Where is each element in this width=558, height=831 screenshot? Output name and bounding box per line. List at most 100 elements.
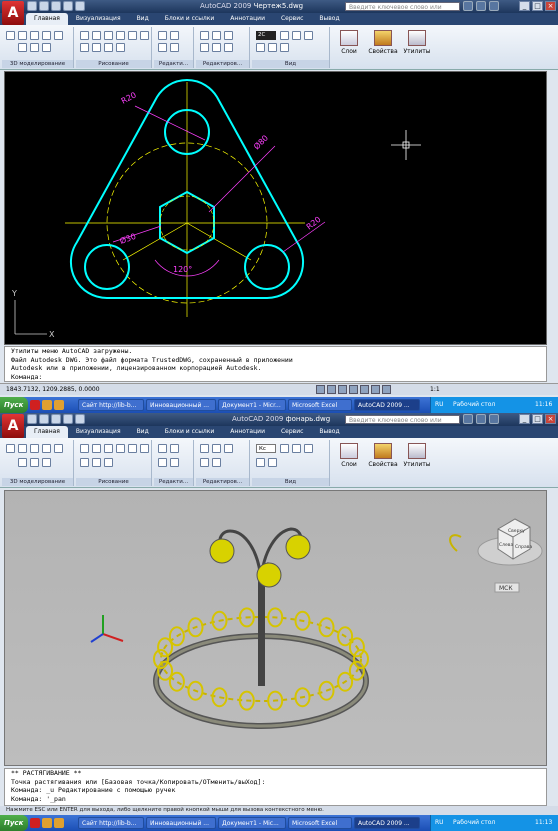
redo-icon[interactable] xyxy=(75,1,85,11)
otrack-icon[interactable] xyxy=(371,385,380,394)
polyline-icon[interactable] xyxy=(92,444,101,453)
tab-view[interactable]: Вид xyxy=(128,426,157,438)
move-icon[interactable] xyxy=(158,31,167,40)
search-input[interactable]: Введите ключевое слово или фразу xyxy=(345,415,460,433)
taskbar-item[interactable]: Microsoft Excel xyxy=(288,817,352,829)
polyline-icon[interactable] xyxy=(92,31,101,40)
close-button[interactable]: × xyxy=(545,414,556,424)
box-icon[interactable] xyxy=(6,444,15,453)
move-icon[interactable] xyxy=(158,444,167,453)
maximize-button[interactable]: □ xyxy=(532,1,543,11)
subtract-icon[interactable] xyxy=(30,43,39,52)
desktop-toolbar[interactable]: Рабочий стол xyxy=(453,397,495,413)
open-icon[interactable] xyxy=(39,1,49,11)
circle-icon[interactable] xyxy=(104,31,113,40)
media-icon[interactable] xyxy=(54,400,64,410)
hatch-icon[interactable] xyxy=(140,31,149,40)
help-icon[interactable] xyxy=(489,414,499,424)
zoom-icon[interactable] xyxy=(256,43,265,52)
offset-icon[interactable] xyxy=(170,458,179,467)
undo-icon[interactable] xyxy=(63,414,73,424)
visual-style-icon[interactable] xyxy=(280,444,289,453)
yandex-icon[interactable] xyxy=(30,400,40,410)
viewcube-top[interactable]: Сверху xyxy=(508,528,525,534)
orbit-icon[interactable] xyxy=(292,31,301,40)
layer-color-select[interactable]: Кс xyxy=(256,444,276,453)
circle-icon[interactable] xyxy=(104,444,113,453)
point-icon[interactable] xyxy=(116,43,125,52)
extrude-icon[interactable] xyxy=(18,31,27,40)
3d-viewport[interactable]: Сверху Справа Слева МСК xyxy=(4,490,547,766)
annotation-scale[interactable]: 1:1 xyxy=(430,384,440,396)
zoom-window-icon[interactable] xyxy=(268,458,277,467)
folder-icon[interactable] xyxy=(42,400,52,410)
move3d-icon[interactable] xyxy=(54,31,63,40)
rotate-icon[interactable] xyxy=(200,444,209,453)
tab-tools[interactable]: Сервис xyxy=(272,426,312,438)
3d-canvas[interactable]: Сверху Справа Слева МСК xyxy=(5,491,548,767)
polygon-icon[interactable] xyxy=(92,458,101,467)
layers-button[interactable]: Слои xyxy=(334,440,364,486)
taskbar-item[interactable]: Инновационный ... xyxy=(146,817,216,829)
orbit-icon[interactable] xyxy=(292,444,301,453)
rectangle-icon[interactable] xyxy=(128,31,137,40)
new-icon[interactable] xyxy=(27,1,37,11)
extrude-icon[interactable] xyxy=(18,444,27,453)
grid-icon[interactable] xyxy=(327,385,336,394)
taskbar-item[interactable]: Документ1 - Mic... xyxy=(218,817,286,829)
drawing-canvas[interactable]: R20 Ø80 R20 Ø30 120° Y X xyxy=(5,72,548,346)
rotate-icon[interactable] xyxy=(200,31,209,40)
visual-style-icon[interactable] xyxy=(280,31,289,40)
erase-icon[interactable] xyxy=(224,444,233,453)
utilities-button[interactable]: Утилиты xyxy=(402,440,432,486)
fillet-icon[interactable] xyxy=(200,458,209,467)
folder-icon[interactable] xyxy=(42,818,52,828)
osnap-icon[interactable] xyxy=(360,385,369,394)
save-icon[interactable] xyxy=(51,414,61,424)
yandex-icon[interactable] xyxy=(30,818,40,828)
wcs-label[interactable]: МСК xyxy=(499,585,513,592)
tab-blocks[interactable]: Блоки и ссылки xyxy=(156,426,223,438)
tab-annotate[interactable]: Аннотации xyxy=(222,426,273,438)
trim-icon[interactable] xyxy=(212,31,221,40)
mirror-icon[interactable] xyxy=(158,43,167,52)
taskbar-item-active[interactable]: AutoCAD 2009 ... xyxy=(354,399,420,411)
hatch-icon[interactable] xyxy=(140,444,149,453)
binoculars-icon[interactable] xyxy=(463,1,473,11)
taskbar-item[interactable]: Сайт http://lib-b... xyxy=(78,817,144,829)
line-icon[interactable] xyxy=(80,31,89,40)
zoom-extents-icon[interactable] xyxy=(280,43,289,52)
tab-output[interactable]: Вывод xyxy=(311,426,348,438)
tab-blocks[interactable]: Блоки и ссылки xyxy=(156,13,223,25)
viewcube-right[interactable]: Справа xyxy=(515,544,532,550)
media-icon[interactable] xyxy=(54,818,64,828)
spline-icon[interactable] xyxy=(80,458,89,467)
arc-icon[interactable] xyxy=(116,31,125,40)
rectangle-icon[interactable] xyxy=(128,444,137,453)
explode-icon[interactable] xyxy=(224,43,233,52)
tab-home[interactable]: Главная xyxy=(26,13,68,25)
save-icon[interactable] xyxy=(51,1,61,11)
help-icon[interactable] xyxy=(489,1,499,11)
trim-icon[interactable] xyxy=(212,444,221,453)
ortho-icon[interactable] xyxy=(338,385,347,394)
drawing-viewport[interactable]: R20 Ø80 R20 Ø30 120° Y X xyxy=(4,71,547,345)
mirror-icon[interactable] xyxy=(158,458,167,467)
rotate3d-icon[interactable] xyxy=(42,43,51,52)
box-icon[interactable] xyxy=(6,31,15,40)
minimize-button[interactable]: _ xyxy=(519,414,530,424)
line-icon[interactable] xyxy=(80,444,89,453)
offset-icon[interactable] xyxy=(170,43,179,52)
close-button[interactable]: × xyxy=(545,1,556,11)
revolve-icon[interactable] xyxy=(18,43,27,52)
taskbar-item[interactable]: Сайт http://lib-b... xyxy=(78,399,144,411)
command-prompt[interactable]: Команда: '_pan xyxy=(11,795,546,804)
search-input[interactable]: Введите ключевое слово или фразу xyxy=(345,2,460,20)
spline-icon[interactable] xyxy=(80,43,89,52)
subtract-icon[interactable] xyxy=(30,458,39,467)
ellipse-icon[interactable] xyxy=(104,458,113,467)
slice-icon[interactable] xyxy=(42,444,51,453)
layers-button[interactable]: Слои xyxy=(334,27,364,68)
tab-home[interactable]: Главная xyxy=(26,426,68,438)
language-indicator[interactable]: RU xyxy=(435,815,444,831)
